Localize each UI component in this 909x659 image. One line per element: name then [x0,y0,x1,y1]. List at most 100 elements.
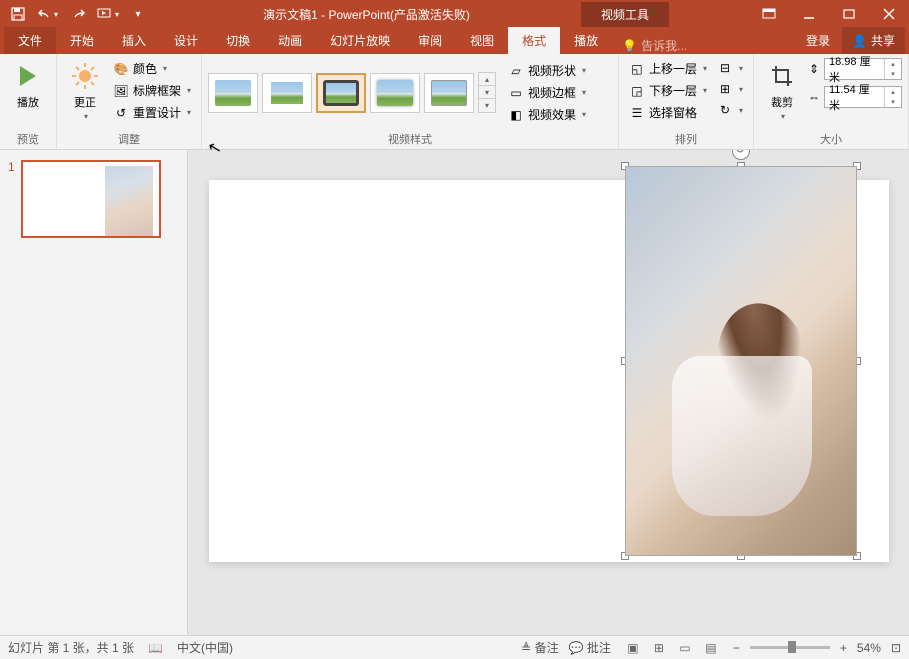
tab-slideshow[interactable]: 幻灯片放映 [316,27,404,54]
width-icon: ⇔ [806,89,822,105]
sorter-view-button[interactable]: ⊞ [647,639,671,657]
tab-home[interactable]: 开始 [56,27,108,54]
gallery-up-button[interactable]: ▴ [479,73,495,86]
zoom-in-button[interactable]: + [840,641,847,655]
reset-design-button[interactable]: ↺重置设计▾ [109,102,195,123]
thumbnail-preview [21,160,161,238]
reading-view-button[interactable]: ▭ [673,639,697,657]
frame-icon: 🖼 [113,83,129,99]
undo-button[interactable]: ▾ [34,2,62,26]
height-input[interactable]: 18.98 厘米 ▴▾ [824,58,902,80]
workspace: 1 00:00.00 [0,150,909,635]
lightbulb-icon: 💡 [622,39,637,53]
slide-counter[interactable]: 幻灯片 第 1 张，共 1 张 [8,639,134,656]
rotate-button[interactable]: ↻▾ [713,100,747,120]
spellcheck-icon[interactable]: 📖 [148,641,163,655]
gallery-nav: ▴ ▾ ▾ [478,72,496,113]
slide-thumbnail-panel[interactable]: 1 [0,150,188,635]
login-button[interactable]: 登录 [796,27,840,54]
tab-playback[interactable]: 播放 [560,27,612,54]
save-button[interactable] [4,2,32,26]
corrections-button[interactable]: 更正 ▾ [63,58,107,123]
title-bar: ▾ ▾ ▾ 演示文稿1 - PowerPoint(产品激活失败) 视频工具 [0,0,909,28]
play-icon [12,60,44,92]
gallery-down-button[interactable]: ▾ [479,86,495,99]
selection-icon: ☰ [629,105,645,121]
window-controls [749,0,909,28]
video-shape-button[interactable]: ▱视频形状▾ [504,60,590,81]
video-content-image [625,166,857,556]
zoom-slider[interactable] [750,646,830,649]
style-item-2[interactable] [262,73,312,113]
share-button[interactable]: 👤 共享 [842,27,905,54]
rotate-handle[interactable] [732,150,750,160]
window-title: 演示文稿1 - PowerPoint(产品激活失败) [152,6,581,23]
normal-view-button[interactable]: ▣ [621,639,645,657]
reset-icon: ↺ [113,105,129,121]
tab-view[interactable]: 视图 [456,27,508,54]
thumbnail-video-icon [105,166,153,236]
redo-button[interactable] [64,2,92,26]
ribbon-tabs: 文件 开始 插入 设计 切换 动画 幻灯片放映 审阅 视图 格式 播放 💡 告诉… [0,28,909,54]
bring-forward-icon: ◱ [629,61,645,77]
gallery-more-button[interactable]: ▾ [479,99,495,112]
style-item-1[interactable] [208,73,258,113]
width-up[interactable]: ▴ [885,87,901,97]
tab-file[interactable]: 文件 [4,27,56,54]
style-item-5[interactable] [424,73,474,113]
status-bar: 幻灯片 第 1 张，共 1 张 📖 中文(中国) ≜ 备注 💬 批注 ▣ ⊞ ▭… [0,635,909,659]
play-button[interactable]: 播放 [6,58,50,112]
slide-thumbnail-1[interactable]: 1 [8,160,179,238]
close-button[interactable] [869,0,909,28]
width-input[interactable]: 11.54 厘米 ▴▾ [824,86,902,108]
ribbon-options-button[interactable] [749,0,789,28]
language-button[interactable]: 中文(中国) [177,639,233,656]
minimize-button[interactable] [789,0,829,28]
quick-access-toolbar: ▾ ▾ ▾ [0,2,152,26]
bring-forward-button[interactable]: ◱上移一层▾ [625,58,711,79]
zoom-out-button[interactable]: − [733,641,740,655]
poster-frame-button[interactable]: 🖼标牌框架▾ [109,80,195,101]
video-border-button[interactable]: ▭视频边框▾ [504,82,590,103]
start-from-beginning-button[interactable]: ▾ [94,2,122,26]
fit-window-button[interactable]: ⊡ [891,641,901,655]
style-item-3[interactable] [316,73,366,113]
height-down[interactable]: ▾ [885,69,901,79]
height-up[interactable]: ▴ [885,59,901,69]
height-icon: ⇕ [806,61,822,77]
selection-pane-button[interactable]: ☰选择窗格 [625,102,711,123]
effects-icon: ◧ [508,107,524,123]
tab-review[interactable]: 审阅 [404,27,456,54]
color-button[interactable]: 🎨颜色▾ [109,58,195,79]
ribbon: 播放 预览 更正 ▾ 🎨颜色▾ 🖼标牌框架▾ ↺重置设计▾ 调整 [0,54,909,150]
comments-button[interactable]: 💬 批注 [569,639,611,656]
group-adjust: 更正 ▾ 🎨颜色▾ 🖼标牌框架▾ ↺重置设计▾ 调整 [57,54,202,149]
maximize-button[interactable] [829,0,869,28]
tab-animations[interactable]: 动画 [264,27,316,54]
qat-customize-button[interactable]: ▾ [124,2,152,26]
border-icon: ▭ [508,85,524,101]
video-object[interactable] [625,166,857,556]
tab-format[interactable]: 格式 [508,27,560,54]
context-tab-label: 视频工具 [581,2,669,27]
slideshow-view-button[interactable]: ▤ [699,639,723,657]
crop-icon [766,60,798,92]
slide-canvas[interactable] [209,180,889,562]
group-preview: 播放 预览 [0,54,57,149]
tell-me-search[interactable]: 💡 告诉我... [612,37,697,54]
notes-button[interactable]: ≜ 备注 [521,639,558,656]
zoom-level[interactable]: 54% [857,641,881,655]
slide-editor[interactable]: 00:00.00 [188,150,909,635]
tab-design[interactable]: 设计 [160,27,212,54]
rotate-icon: ↻ [717,102,733,118]
video-effects-button[interactable]: ◧视频效果▾ [504,104,590,125]
crop-button[interactable]: 裁剪 ▾ [760,58,804,123]
send-backward-button[interactable]: ◲下移一层▾ [625,80,711,101]
tab-insert[interactable]: 插入 [108,27,160,54]
align-icon: ⊟ [717,60,733,76]
tab-transitions[interactable]: 切换 [212,27,264,54]
group-button[interactable]: ⊞▾ [713,79,747,99]
width-down[interactable]: ▾ [885,97,901,107]
style-item-4[interactable] [370,73,420,113]
align-button[interactable]: ⊟▾ [713,58,747,78]
